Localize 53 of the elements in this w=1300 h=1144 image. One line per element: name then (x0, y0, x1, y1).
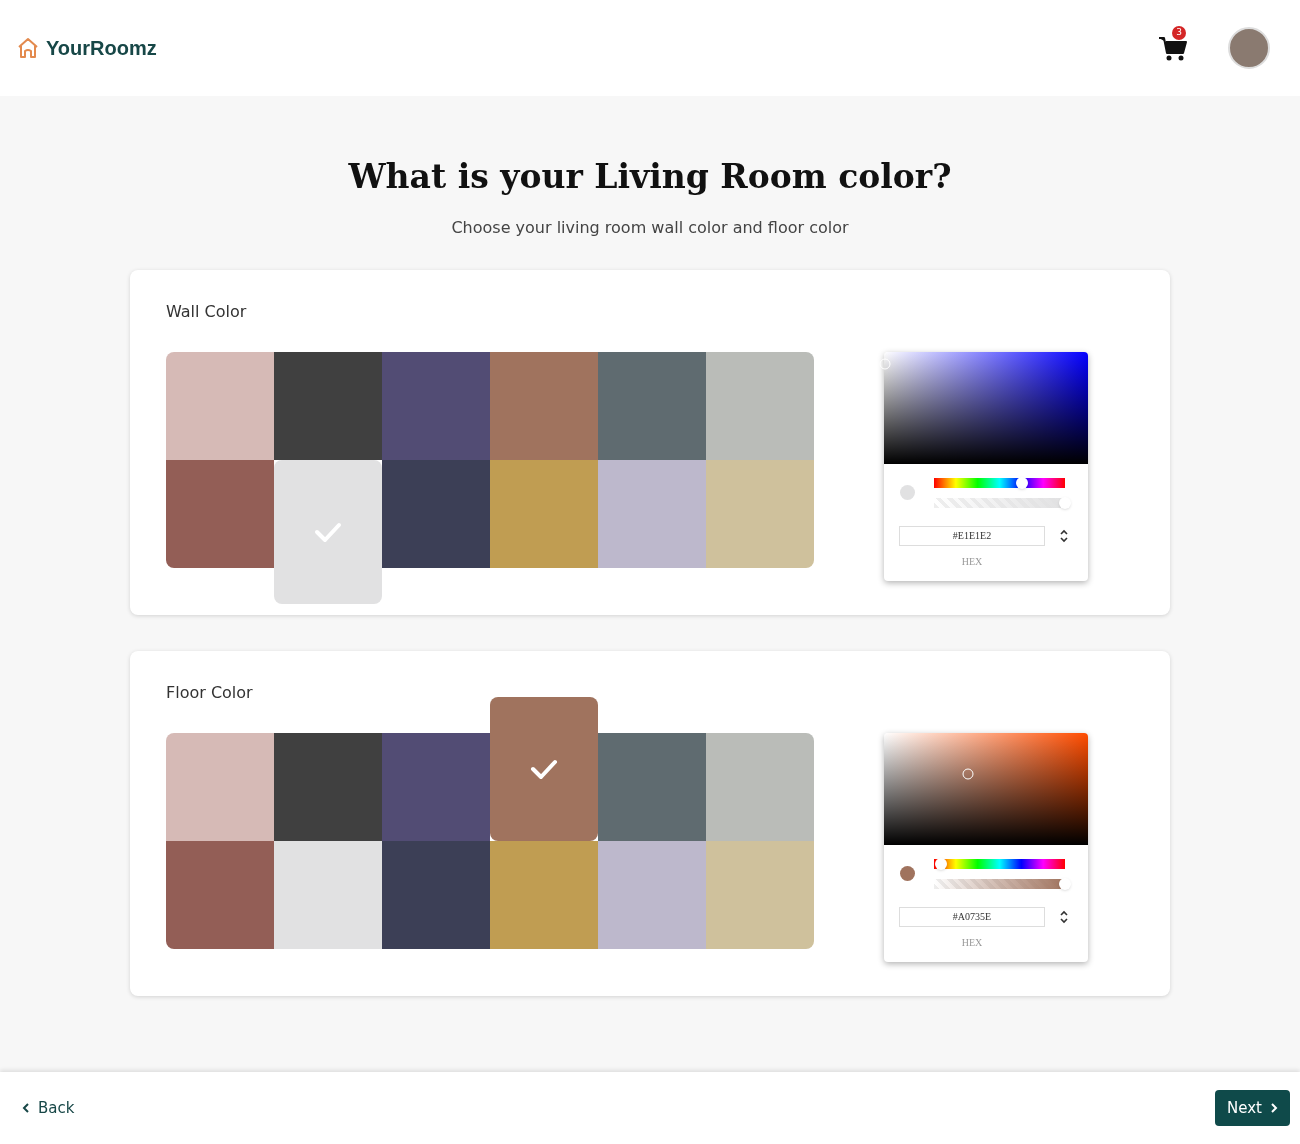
alpha-thumb[interactable] (1059, 877, 1071, 890)
color-swatch[interactable] (490, 840, 598, 949)
color-swatch[interactable] (490, 696, 598, 841)
color-swatch[interactable] (166, 840, 274, 949)
hue-thumb[interactable] (934, 857, 947, 870)
color-swatch[interactable] (706, 840, 814, 949)
color-swatch[interactable] (382, 459, 490, 568)
color-swatch[interactable] (598, 351, 706, 460)
color-swatch[interactable] (274, 459, 382, 604)
color-swatch[interactable] (274, 351, 382, 460)
up-down-arrows-icon[interactable] (1059, 527, 1069, 544)
color-swatch[interactable] (382, 351, 490, 460)
color-swatch[interactable] (598, 732, 706, 841)
up-down-arrows-icon[interactable] (1059, 908, 1069, 925)
color-swatch[interactable] (706, 459, 814, 568)
color-swatch[interactable] (598, 459, 706, 568)
hex-input-field[interactable]: #E1E1E2 (899, 525, 1045, 546)
color-swatch[interactable] (166, 351, 274, 460)
cart-count-badge: 3 (1172, 26, 1186, 40)
section-label: Wall Color (166, 300, 248, 323)
hex-input-field[interactable]: #A0735E (899, 906, 1045, 927)
color-swatch[interactable] (490, 459, 598, 568)
alpha-thumb[interactable] (1059, 496, 1071, 509)
section-label: Floor Color (166, 681, 254, 704)
color-swatch[interactable] (382, 840, 490, 949)
saturation-panel[interactable] (884, 351, 1088, 464)
color-swatch[interactable] (490, 351, 598, 460)
page-title: What is your Living Room color? (348, 156, 952, 198)
color-swatch[interactable] (274, 732, 382, 841)
color-swatch[interactable] (598, 840, 706, 949)
next-button[interactable]: Next (1215, 1090, 1290, 1126)
color-preview (900, 485, 915, 500)
checkmark-icon (314, 520, 342, 543)
color-swatch[interactable] (166, 732, 274, 841)
chevron-left-icon (22, 1103, 30, 1113)
color-swatch[interactable] (382, 732, 490, 841)
color-swatch[interactable] (706, 732, 814, 841)
color-preview (900, 866, 915, 881)
color-swatch[interactable] (706, 351, 814, 460)
checkmark-icon (530, 757, 558, 780)
house-logo-icon (16, 36, 40, 60)
format-label: HEX (961, 554, 983, 569)
brand-name[interactable]: YourRoomz (46, 33, 157, 63)
back-button[interactable]: Back (18, 1096, 79, 1120)
saturation-panel[interactable] (884, 732, 1088, 845)
color-swatch[interactable] (166, 459, 274, 568)
color-swatch[interactable] (274, 840, 382, 949)
hue-thumb[interactable] (1015, 476, 1028, 489)
avatar[interactable] (1228, 27, 1270, 69)
chevron-right-icon (1270, 1103, 1278, 1113)
format-label: HEX (961, 935, 983, 950)
cart-icon[interactable] (1158, 34, 1188, 62)
page-subtitle: Choose your living room wall color and floor color (451, 216, 849, 239)
